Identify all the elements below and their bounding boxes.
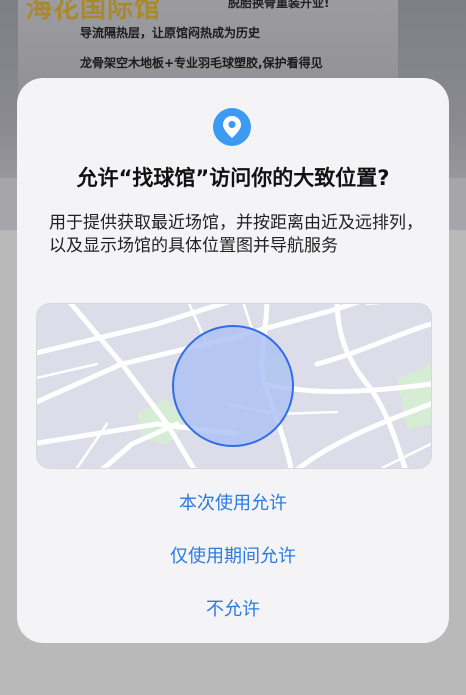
dialog-description: 用于提供获取最近场馆，并按距离由近及远排列，以及显示场馆的具体位置图并导航服务 [49, 213, 423, 256]
banner-line-2: 龙骨架空木地板+专业羽毛球塑胶,保护看得见 [80, 56, 323, 70]
banner-line-1: 导流隔热层，让原馆闷热成为历史 [80, 26, 261, 40]
dialog-title: 允许“找球馆”访问你的大致位置? [76, 166, 390, 190]
location-pin-icon [213, 108, 251, 146]
banner-title: 海花国际馆 [26, 0, 162, 24]
approximate-location-map [36, 303, 432, 469]
location-permission-dialog: 允许“找球馆”访问你的大致位置? 用于提供获取最近场馆，并按距离由近及远排列，以… [17, 78, 449, 643]
banner-subtitle: 脱胎换骨重装开业! [228, 0, 330, 10]
deny-button[interactable]: 不允许 [17, 595, 449, 621]
allow-while-using-button[interactable]: 仅使用期间允许 [17, 542, 449, 568]
allow-once-button[interactable]: 本次使用允许 [17, 489, 449, 515]
